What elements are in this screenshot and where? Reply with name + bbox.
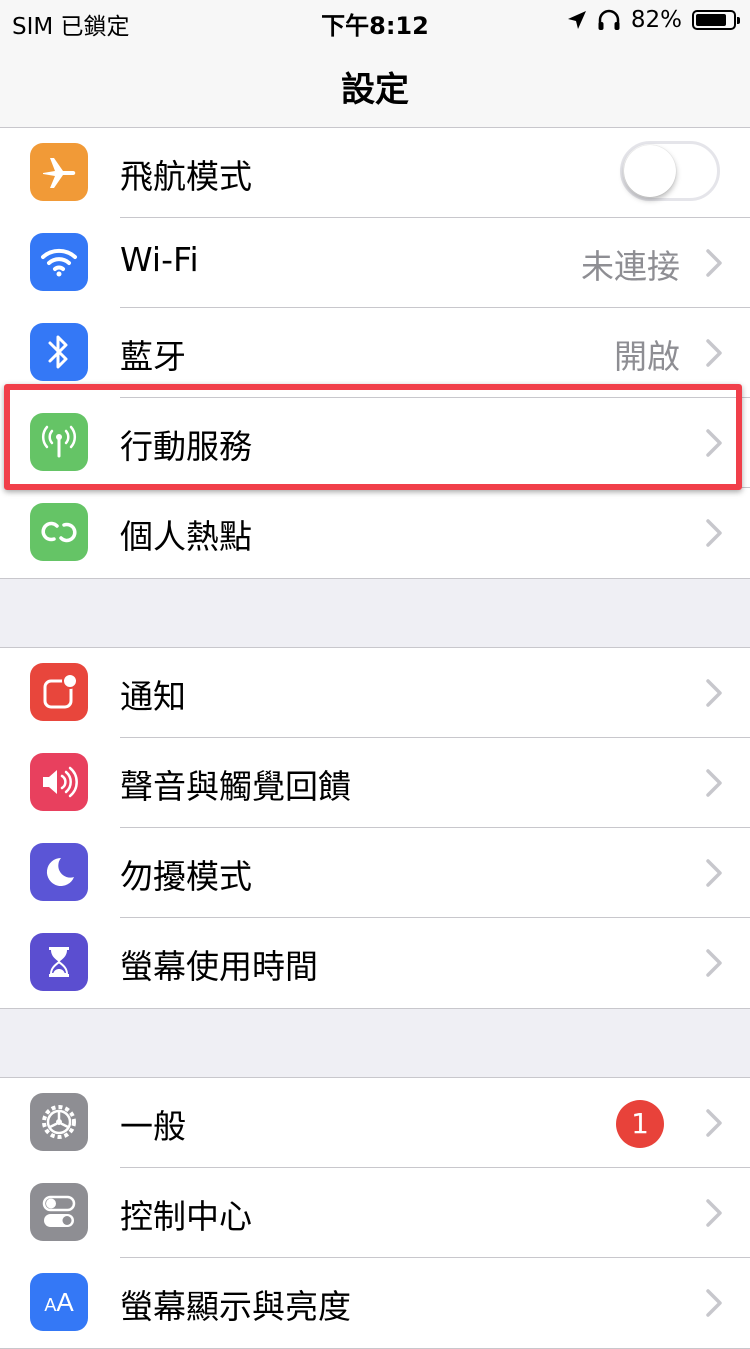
airplane-mode-toggle[interactable] bbox=[620, 141, 720, 201]
settings-row-label: 飛航模式 bbox=[120, 157, 252, 196]
chevron-right-icon bbox=[706, 519, 722, 547]
airplane-icon bbox=[30, 143, 88, 201]
chevron-right-icon bbox=[706, 249, 722, 277]
switches-icon bbox=[30, 1183, 88, 1241]
chevron-right-icon bbox=[706, 679, 722, 707]
settings-row-label: 聲音與觸覺回饋 bbox=[120, 767, 351, 806]
settings-row-value: 未連接 bbox=[581, 247, 680, 286]
chevron-right-icon bbox=[706, 1199, 722, 1227]
settings-row-label: 通知 bbox=[120, 677, 186, 716]
settings-row-label: 藍牙 bbox=[120, 337, 186, 376]
navigation-bar: 設定 bbox=[0, 40, 750, 128]
settings-row-label: 螢幕顯示與亮度 bbox=[120, 1287, 351, 1326]
wifi-icon bbox=[30, 233, 88, 291]
settings-row-label: Wi-Fi bbox=[120, 240, 199, 279]
text-size-icon-large: A bbox=[56, 1286, 74, 1317]
settings-row-do-not-disturb[interactable]: 勿擾模式 bbox=[0, 828, 750, 918]
chevron-right-icon bbox=[706, 769, 722, 797]
notification-badge: 1 bbox=[616, 1100, 664, 1148]
settings-row-value: 開啟 bbox=[614, 337, 680, 376]
settings-row-label: 一般 bbox=[120, 1107, 186, 1146]
moon-icon bbox=[30, 843, 88, 901]
speaker-icon bbox=[30, 753, 88, 811]
gear-icon bbox=[30, 1093, 88, 1151]
chevron-right-icon bbox=[706, 1289, 722, 1317]
settings-row-wifi[interactable]: Wi-Fi 未連接 bbox=[0, 218, 750, 308]
settings-row-control-center[interactable]: 控制中心 bbox=[0, 1168, 750, 1258]
notifications-icon bbox=[30, 663, 88, 721]
settings-row-personal-hotspot[interactable]: 個人熱點 bbox=[0, 488, 750, 578]
status-bar: SIM 已鎖定 下午8:12 82% bbox=[0, 0, 750, 40]
settings-row-label: 螢幕使用時間 bbox=[120, 947, 318, 986]
settings-row-sounds-haptics[interactable]: 聲音與觸覺回饋 bbox=[0, 738, 750, 828]
chevron-right-icon bbox=[706, 1109, 722, 1137]
settings-row-display-brightness[interactable]: AA 螢幕顯示與亮度 bbox=[0, 1258, 750, 1348]
page-title: 設定 bbox=[341, 70, 409, 110]
battery-icon bbox=[692, 10, 740, 30]
settings-group-notifications: 通知 聲音與觸覺回饋 勿擾模式 螢幕使用時間 bbox=[0, 647, 750, 1009]
battery-percent: 82% bbox=[630, 7, 682, 33]
settings-row-screen-time[interactable]: 螢幕使用時間 bbox=[0, 918, 750, 1008]
settings-group-general: 一般 1 控制中心 AA 螢幕顯示與亮度 bbox=[0, 1077, 750, 1349]
toggle-knob bbox=[624, 145, 676, 197]
chevron-right-icon bbox=[706, 339, 722, 367]
settings-row-label: 勿擾模式 bbox=[120, 857, 252, 896]
hourglass-icon bbox=[30, 933, 88, 991]
settings-row-notifications[interactable]: 通知 bbox=[0, 648, 750, 738]
bluetooth-icon bbox=[30, 323, 88, 381]
settings-row-label: 個人熱點 bbox=[120, 517, 252, 556]
chevron-right-icon bbox=[706, 949, 722, 977]
location-icon bbox=[567, 11, 586, 29]
hotspot-icon bbox=[30, 503, 88, 561]
settings-group-connectivity: 飛航模式 Wi-Fi 未連接 藍牙 開啟 行動服務 個人熱點 bbox=[0, 127, 750, 579]
chevron-right-icon bbox=[706, 859, 722, 887]
text-size-icon-small: A bbox=[44, 1294, 57, 1315]
settings-row-label: 控制中心 bbox=[120, 1197, 252, 1236]
text-size-icon: AA bbox=[30, 1273, 88, 1331]
settings-row-airplane-mode: 飛航模式 bbox=[0, 128, 750, 218]
settings-row-general[interactable]: 一般 1 bbox=[0, 1078, 750, 1168]
headphones-icon bbox=[598, 9, 620, 30]
cellular-row-highlight bbox=[4, 384, 742, 490]
